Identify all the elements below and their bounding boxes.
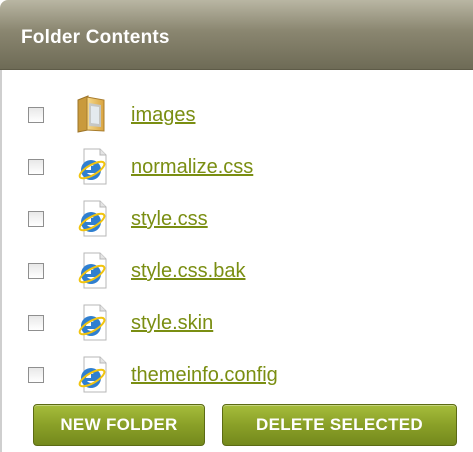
new-folder-button[interactable]: NEW FOLDER <box>33 404 205 446</box>
file-checkbox[interactable] <box>28 211 44 227</box>
file-link-images[interactable]: images <box>131 104 195 127</box>
file-checkbox[interactable] <box>28 367 44 383</box>
folder-contents-panel: Folder Contents images normalize.css sty… <box>0 0 473 452</box>
file-checkbox[interactable] <box>28 263 44 279</box>
file-link-style-css[interactable]: style.css <box>131 208 208 231</box>
folder-icon <box>74 94 110 134</box>
ie-file-icon <box>74 302 110 342</box>
file-link-style-css-bak[interactable]: style.css.bak <box>131 260 245 283</box>
file-checkbox[interactable] <box>28 107 44 123</box>
ie-file-icon <box>74 146 110 186</box>
file-link-themeinfo-config[interactable]: themeinfo.config <box>131 364 278 387</box>
file-link-style-skin[interactable]: style.skin <box>131 312 213 335</box>
file-list: images normalize.css style.css style.css… <box>0 92 473 404</box>
file-checkbox[interactable] <box>28 159 44 175</box>
list-item: style.css.bak <box>0 248 473 300</box>
delete-selected-button[interactable]: DELETE SELECTED <box>222 404 457 446</box>
ie-file-icon <box>74 250 110 290</box>
file-link-normalize-css[interactable]: normalize.css <box>131 156 253 179</box>
list-item: images <box>0 92 473 144</box>
ie-file-icon <box>74 354 110 394</box>
file-checkbox[interactable] <box>28 315 44 331</box>
list-item: style.css <box>0 196 473 248</box>
list-item: normalize.css <box>0 144 473 196</box>
list-item: themeinfo.config <box>0 352 473 404</box>
panel-title: Folder Contents <box>21 27 170 48</box>
panel-header: Folder Contents <box>0 0 473 70</box>
list-item: style.skin <box>0 300 473 352</box>
ie-file-icon <box>74 198 110 238</box>
